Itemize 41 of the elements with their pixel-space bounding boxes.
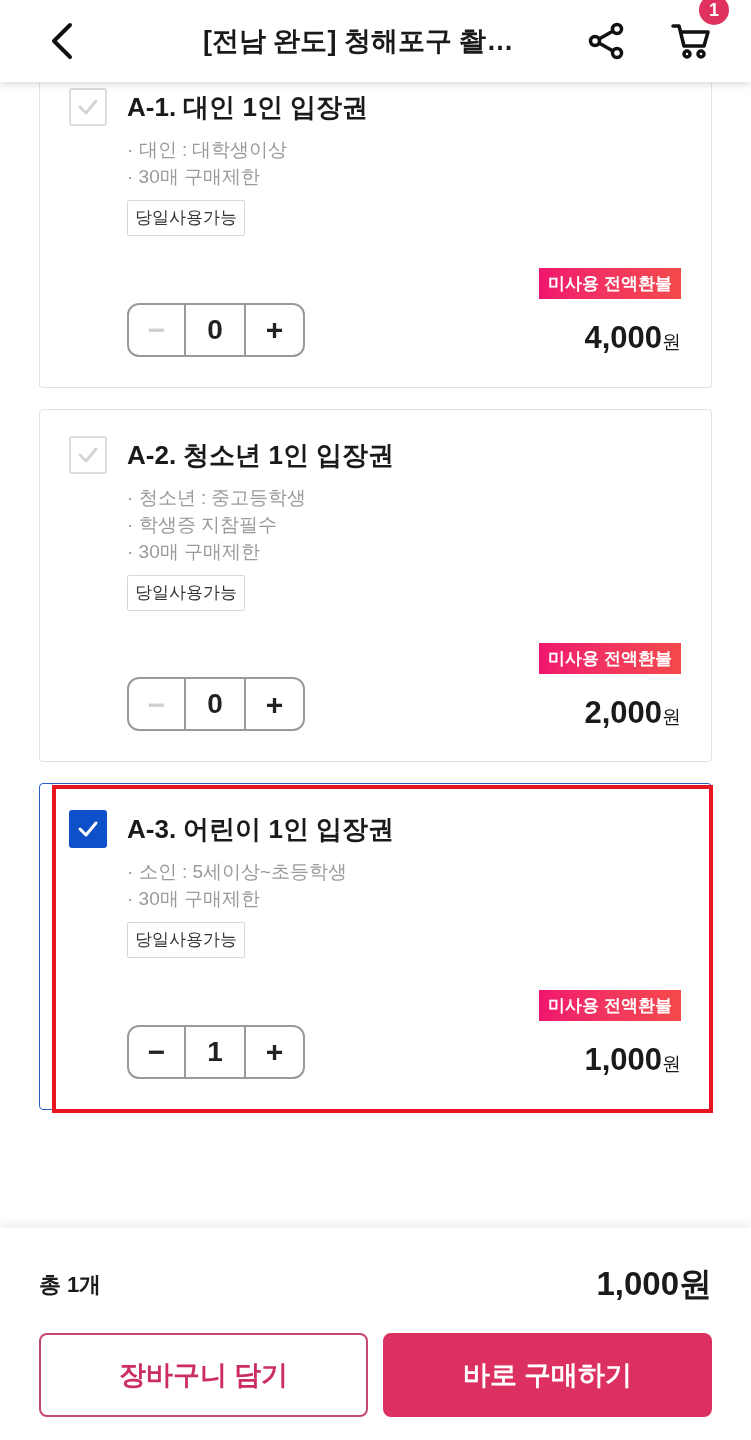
currency-unit: 원 [662, 1052, 681, 1076]
price: 4,000 [584, 321, 662, 355]
option-detail: · 소인 : 5세이상~초등학생 [127, 860, 348, 884]
option-card[interactable]: A-2. 청소년 1인 입장권 · 청소년 : 중고등학생 · 학생증 지참필수 · 30매 구매제한 당일사용가능 − 0 + 미사용 전액환불 2,000원 [39, 408, 712, 762]
option-detail: · 30매 구매제한 [127, 887, 261, 911]
option-detail: · 30매 구매제한 [127, 165, 261, 189]
quantity-value: 1 [186, 1026, 246, 1077]
cart-count-badge: 1 [699, 0, 729, 25]
currency-unit: 원 [662, 704, 681, 729]
option-card[interactable]: A-1. 대인 1인 입장권 · 대인 : 대학생이상 · 30매 구매제한 당일사용가능 − 0 + 미사용 전액환불 4,000원 [39, 82, 712, 388]
quantity-value: 0 [186, 679, 246, 729]
option-card[interactable]: A-3. 어린이 1인 입장권 · 소인 : 5세이상~초등학생 · 30매 구매제한 당일사용가능 − 1 + 미사용 전액환불 1,000원 [39, 783, 712, 1110]
option-detail: · 대인 : 대학생이상 [127, 138, 288, 162]
refund-badge: 미사용 전액환불 [539, 642, 681, 674]
increase-button[interactable]: + [246, 679, 303, 729]
price: 2,000 [584, 695, 662, 730]
refund-badge: 미사용 전액환불 [539, 990, 681, 1021]
tag: 당일사용가능 [127, 922, 245, 958]
increase-button[interactable]: + [246, 1026, 303, 1077]
currency-unit: 원 [662, 330, 681, 354]
tag: 당일사용가능 [127, 200, 245, 236]
page-title: [전남 완도] 청해포구 촬… [203, 24, 514, 58]
total-count: 총 1개 [39, 1270, 102, 1299]
buy-now-button[interactable]: 바로 구매하기 [383, 1333, 712, 1417]
checkbox[interactable] [69, 810, 107, 848]
option-detail: · 학생증 지참필수 [127, 512, 277, 537]
quantity-value: 0 [186, 304, 246, 355]
option-title: A-1. 대인 1인 입장권 [127, 91, 369, 124]
option-detail: · 청소년 : 중고등학생 [127, 485, 307, 510]
total-price: 1,000원 [596, 1264, 712, 1305]
decrease-button[interactable]: − [129, 1026, 186, 1077]
increase-button[interactable]: + [246, 304, 303, 355]
tag: 당일사용가능 [127, 574, 245, 611]
option-title: A-2. 청소년 1인 입장권 [127, 438, 395, 472]
add-to-cart-button[interactable]: 장바구니 담기 [39, 1333, 368, 1417]
price: 1,000 [584, 1043, 662, 1077]
share-icon[interactable] [587, 22, 625, 60]
option-title: A-3. 어린이 1인 입장권 [127, 813, 395, 846]
option-detail: · 30매 구매제한 [127, 539, 261, 564]
cart-icon[interactable] [671, 21, 711, 61]
refund-badge: 미사용 전액환불 [539, 268, 681, 299]
